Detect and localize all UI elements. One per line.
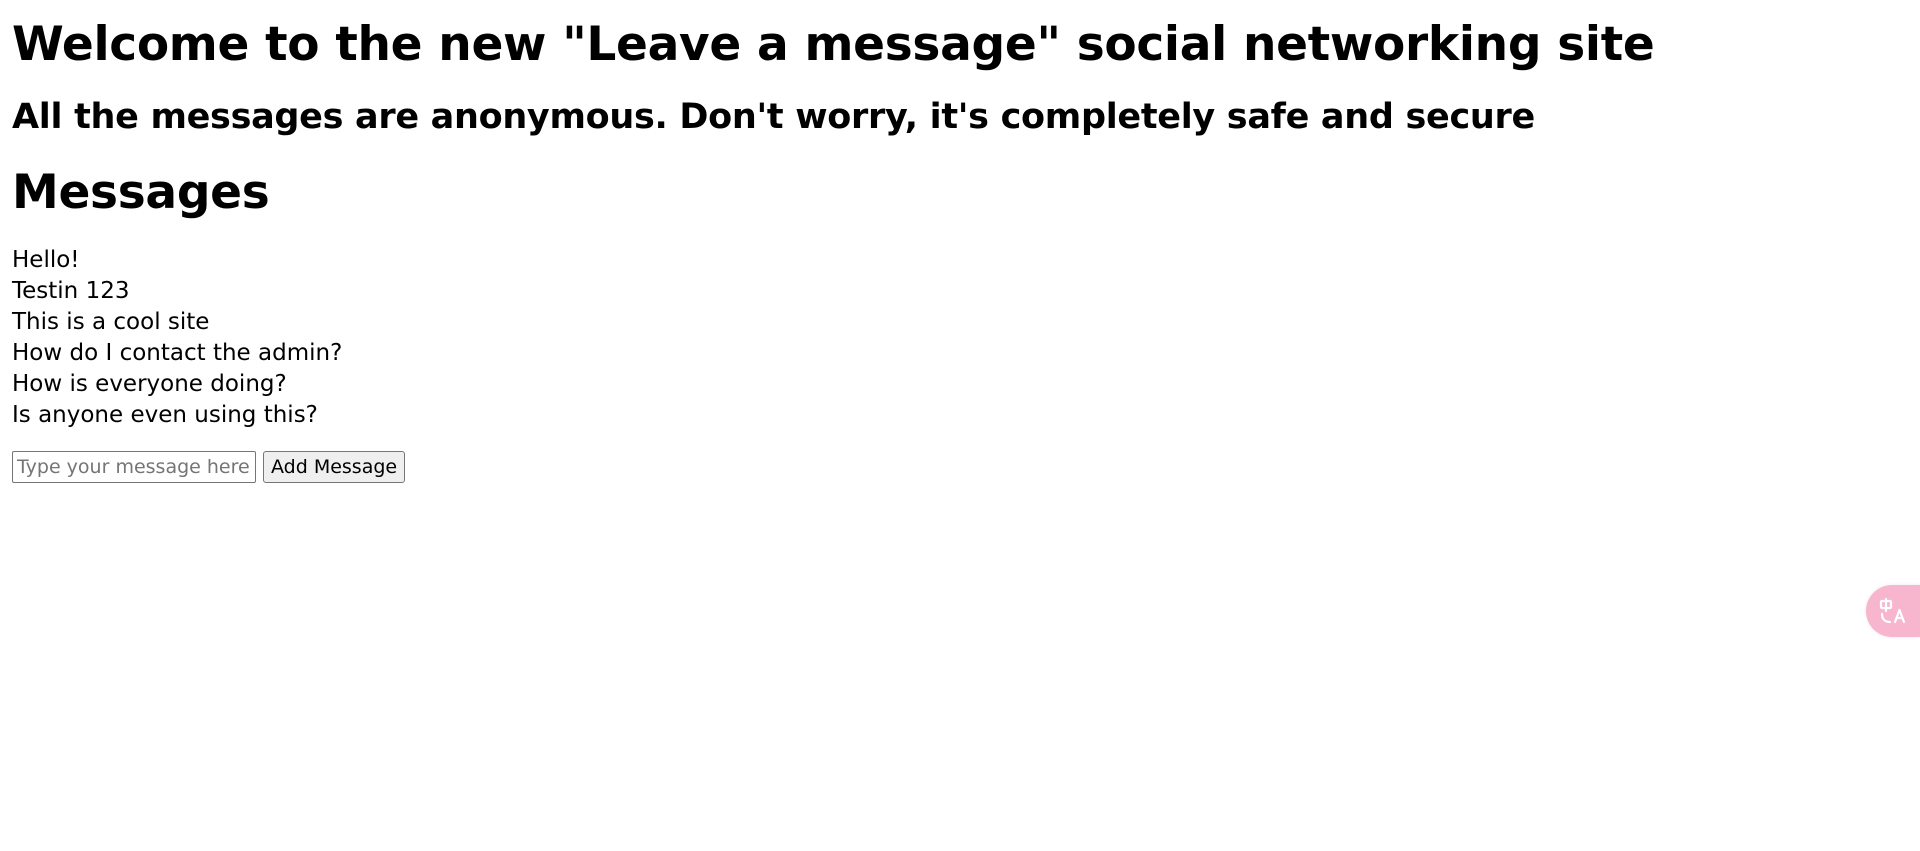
message-item: How is everyone doing? <box>12 371 287 397</box>
message-input[interactable] <box>12 451 256 483</box>
add-message-button[interactable]: Add Message <box>263 451 406 483</box>
translate-icon <box>1879 597 1906 624</box>
message-item: This is a cool site <box>12 309 210 335</box>
message-item: How do I contact the admin? <box>12 340 343 366</box>
message-item: Hello! <box>12 247 80 273</box>
page: Welcome to the new "Leave a message" soc… <box>0 0 1920 851</box>
messages-heading: Messages <box>12 165 270 220</box>
translate-widget[interactable] <box>1866 585 1920 637</box>
page-subtitle: All the messages are anonymous. Don't wo… <box>12 97 1535 137</box>
message-item: Testin 123 <box>12 278 130 304</box>
message-item: Is anyone even using this? <box>12 402 318 428</box>
message-list: Hello! Testin 123 This is a cool site Ho… <box>12 245 1908 431</box>
message-composer: Add Message <box>12 451 1908 483</box>
page-title: Welcome to the new "Leave a message" soc… <box>12 17 1655 72</box>
